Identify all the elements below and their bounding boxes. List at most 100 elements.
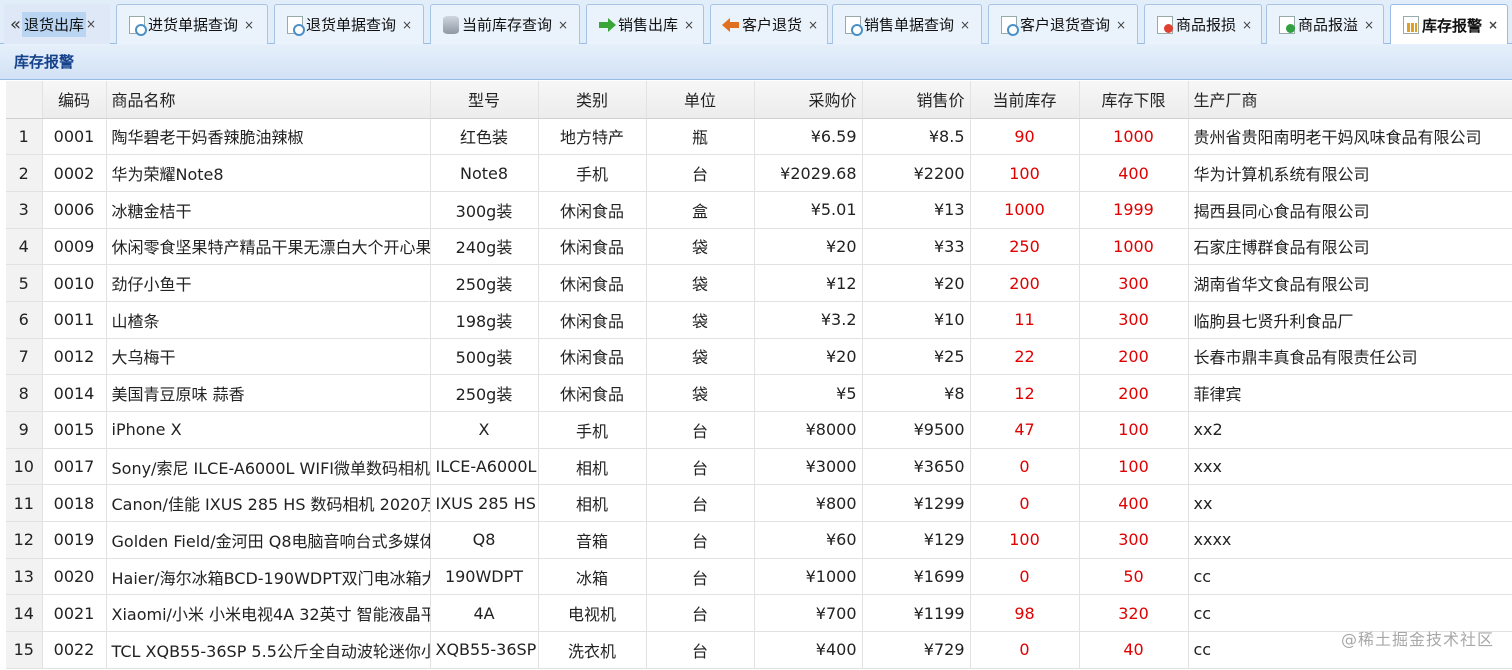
close-icon[interactable]: × — [86, 17, 96, 31]
tab-return-out[interactable]: « 退货出库 × — [4, 4, 110, 44]
cell-purchase-price: ¥400 — [754, 631, 863, 669]
cell-sale-price: ¥20 — [862, 264, 971, 302]
search-doc-icon — [129, 15, 147, 36]
table-row[interactable]: 7 0012 大乌梅干 500g装 休闲食品袋 ¥20 ¥25 22 200 长春市鼎丰真食品有限… — [6, 338, 1512, 376]
tab-label: 进货单据查询 — [148, 16, 239, 34]
table-row[interactable]: 3 0006 冰糖金桔干 300g装 休闲食品盒 ¥5.01 ¥13 1000 1999 揭西县同… — [6, 191, 1512, 229]
table-row[interactable]: 5 0010 劲仔小鱼干 250g装 休闲食品袋 ¥12 ¥20 200 300 湖南省华文食品有… — [6, 264, 1512, 302]
cell-current-stock: 22 — [970, 338, 1080, 376]
column-header-manufacturer[interactable]: 生产厂商 — [1188, 81, 1512, 119]
column-header-purchase-price[interactable]: 采购价 — [754, 81, 863, 119]
cell-code: 0022 — [42, 631, 107, 669]
table-row[interactable]: 8 0014 美国青豆原味 蒜香 250g装 休闲食品袋 ¥5 ¥8 12 200 菲律宾 — [6, 374, 1512, 412]
tab-purchase-query[interactable]: 进货单据查询 × — [116, 4, 268, 44]
table-row[interactable]: 110018Canon/佳能 IXUS 285 HS 数码相机 2020万像素I… — [6, 484, 1512, 523]
cell-manufacturer: xx — [1188, 484, 1512, 523]
tab-stock-alarm[interactable]: 库存报警 × — [1390, 4, 1508, 45]
row-number: 12 — [6, 521, 43, 559]
column-header-category[interactable]: 类别 — [538, 81, 647, 119]
cell-name: 陶华碧老干妈香辣脆油辣椒 — [106, 118, 431, 156]
cell-sale-price: ¥1299 — [862, 484, 971, 523]
tab-goods-overflow[interactable]: 商品报溢 × — [1266, 4, 1384, 44]
tab-customer-return[interactable]: 客户退货 × — [710, 4, 828, 44]
tab-label: 客户退货 — [742, 16, 803, 34]
close-icon[interactable]: × — [1116, 18, 1126, 32]
close-icon[interactable]: × — [960, 18, 970, 32]
cell-name: 劲仔小鱼干 — [106, 264, 431, 302]
cell-manufacturer: xxx — [1188, 448, 1512, 486]
close-icon[interactable]: × — [244, 18, 254, 32]
table-row[interactable]: 12 0019 Golden Field/金河田 Q8电脑音响台式多媒体 Q8 音箱台 ¥… — [6, 521, 1512, 559]
table-row[interactable]: 14 0021 Xiaomi/小米 小米电视4A 32英寸 智能液晶平板 4A 电视机台… — [6, 594, 1512, 633]
cell-purchase-price: ¥3000 — [754, 448, 863, 486]
tab-label: 销售出库 — [618, 16, 679, 34]
cell-code: 0021 — [42, 594, 107, 633]
scroll-left-icon[interactable]: « — [10, 14, 21, 35]
table-row[interactable]: 2 0002 华为荣耀Note8 Note8 手机台 ¥2029.68 ¥2200 100 40… — [6, 154, 1512, 192]
column-header-name[interactable]: 商品名称 — [106, 81, 431, 119]
cell-purchase-price: ¥6.59 — [754, 118, 863, 156]
column-header-current-stock[interactable]: 当前库存 — [970, 81, 1080, 119]
cell-unit: 台 — [646, 484, 755, 523]
column-header-unit[interactable]: 单位 — [646, 81, 755, 119]
table-header-row: 编码 商品名称 型号 类别 单位 采购价 销售价 当前库存 库存下限 生产厂商 — [6, 81, 1512, 119]
row-number: 9 — [6, 411, 43, 449]
cell-purchase-price: ¥12 — [754, 264, 863, 302]
table-row[interactable]: 10 0017 Sony/索尼 ILCE-A6000L WIFI微单数码相机高清 IL… — [6, 448, 1512, 486]
cell-name: 大乌梅干 — [106, 338, 431, 376]
tab-goods-loss[interactable]: 商品报损 × — [1144, 4, 1262, 44]
close-icon[interactable]: × — [684, 18, 694, 32]
tab-return-query[interactable]: 退货单据查询 × — [274, 4, 424, 44]
tab-stock-query[interactable]: 当前库存查询 × — [430, 4, 580, 44]
cell-code: 0001 — [42, 118, 107, 156]
cell-code: 0020 — [42, 558, 107, 596]
tab-label: 商品报溢 — [1298, 16, 1359, 34]
cell-manufacturer: 华为计算机系统有限公司 — [1188, 154, 1512, 192]
close-icon[interactable]: × — [1242, 18, 1252, 32]
cell-sale-price: ¥729 — [862, 631, 971, 669]
cell-manufacturer: 临朐县七贤升利食品厂 — [1188, 301, 1512, 339]
cell-sale-price: ¥1199 — [862, 594, 971, 633]
cell-sale-price: ¥2200 — [862, 154, 971, 192]
close-icon[interactable]: × — [1364, 18, 1374, 32]
tab-sales-query[interactable]: 销售单据查询 × — [832, 4, 982, 44]
table-row[interactable]: 15 0022 TCL XQB55-36SP 5.5公斤全自动波轮迷你小型 XQB55… — [6, 631, 1512, 669]
cell-purchase-price: ¥2029.68 — [754, 154, 863, 192]
row-number: 1 — [6, 118, 43, 156]
cell-current-stock: 0 — [970, 448, 1080, 486]
cell-unit: 台 — [646, 154, 755, 192]
table-row[interactable]: 13 0020 Haier/海尔冰箱BCD-190WDPT双门电冰箱大 190WDPT… — [6, 558, 1512, 596]
cell-sale-price: ¥1699 — [862, 558, 971, 596]
cell-name: Xiaomi/小米 小米电视4A 32英寸 智能液晶平板 — [106, 594, 431, 633]
close-icon[interactable]: × — [1488, 18, 1498, 32]
row-number: 6 — [6, 301, 43, 339]
column-header-stock-min[interactable]: 库存下限 — [1079, 81, 1189, 119]
row-number: 5 — [6, 264, 43, 302]
cell-current-stock: 0 — [970, 484, 1080, 523]
column-header-code[interactable]: 编码 — [42, 81, 107, 119]
cell-sale-price: ¥13 — [862, 191, 971, 229]
close-icon[interactable]: × — [558, 18, 568, 32]
column-header-sale-price[interactable]: 销售价 — [862, 81, 971, 119]
table-row[interactable]: 1 0001 陶华碧老干妈香辣脆油辣椒 红色装 地方特产瓶 ¥6.59 ¥8.5 90 1000… — [6, 118, 1512, 156]
cell-purchase-price: ¥20 — [754, 228, 863, 266]
table-row[interactable]: 9 0015 iPhone X X 手机台 ¥8000 ¥9500 47 100 xx2 — [6, 411, 1512, 449]
table-row[interactable]: 4 0009 休闲零食坚果特产精品干果无漂白大个开心果 240g装 休闲食品袋 ¥20 ¥3… — [6, 228, 1512, 266]
cell-current-stock: 47 — [970, 411, 1080, 449]
cell-category: 冰箱 — [538, 558, 647, 596]
cell-unit: 袋 — [646, 374, 755, 412]
tab-customer-return-query[interactable]: 客户退货查询 × — [988, 4, 1138, 44]
cell-code: 0012 — [42, 338, 107, 376]
cell-model: Note8 — [430, 154, 539, 192]
cell-stock-min: 40 — [1079, 631, 1189, 669]
cell-unit: 盒 — [646, 191, 755, 229]
cell-name: Golden Field/金河田 Q8电脑音响台式多媒体 — [106, 521, 431, 559]
tab-sales-out[interactable]: 销售出库 × — [586, 4, 704, 44]
doc-overflow-icon — [1279, 15, 1295, 34]
close-icon[interactable]: × — [808, 18, 818, 32]
table-row[interactable]: 6 0011 山楂条 198g装 休闲食品袋 ¥3.2 ¥10 11 300 临朐县七贤升利食品厂 — [6, 301, 1512, 339]
column-header-model[interactable]: 型号 — [430, 81, 539, 119]
cell-code: 0006 — [42, 191, 107, 229]
close-icon[interactable]: × — [402, 18, 412, 32]
cell-sale-price: ¥33 — [862, 228, 971, 266]
